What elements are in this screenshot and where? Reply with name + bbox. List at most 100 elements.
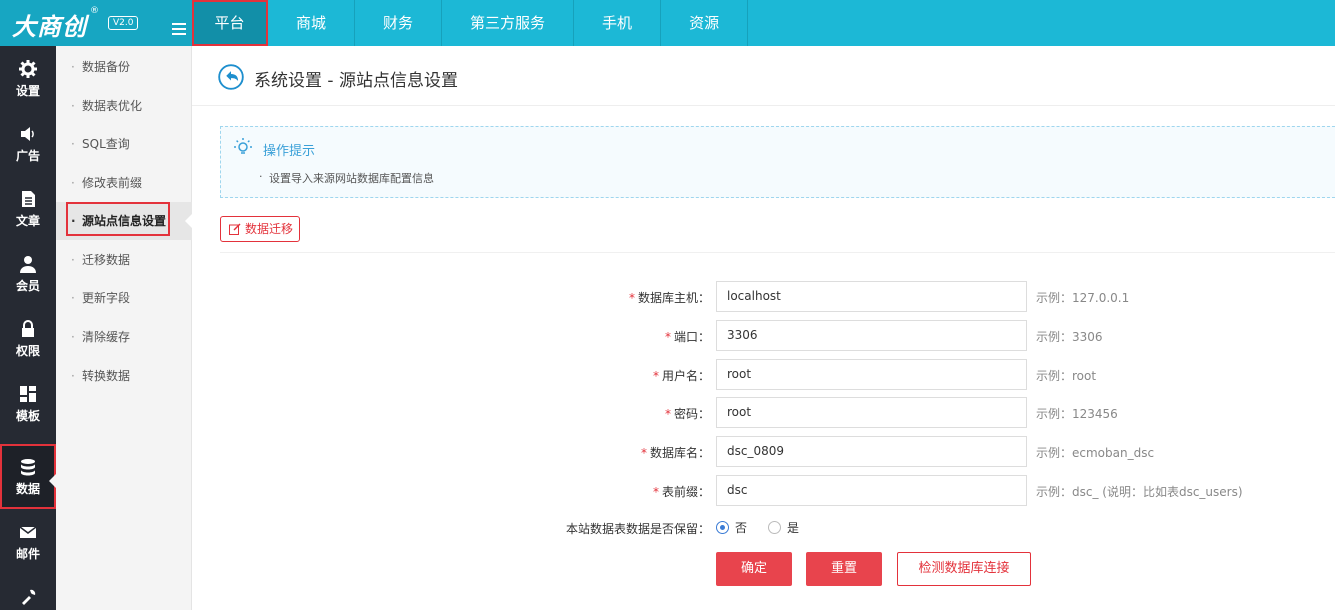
sidebar-item-permissions[interactable]: 权限 — [0, 306, 56, 371]
keep-data-row: 本站数据表数据是否保留： 否 是 — [220, 515, 1335, 539]
sidebar-item-label: 邮件 — [15, 547, 40, 561]
field-label-text: 表前缀： — [661, 485, 710, 499]
field-hint: 示例：3306 — [1036, 330, 1103, 344]
field-hint: 示例：ecmoban_dsc — [1036, 446, 1155, 460]
keep-data-label: 本站数据表数据是否保留： — [565, 522, 710, 536]
nav-item-finance[interactable]: 财务 — [355, 0, 443, 46]
db-settings-form: * 数据库主机： localhost 示例：127.0.0.1 * 端口： 3306… — [220, 252, 1335, 610]
submenu-item-prefix[interactable]: 修改表前缀 — [56, 164, 192, 202]
nav-item-platform[interactable]: 平台 — [192, 0, 268, 46]
submenu-item-clear-cache[interactable]: 清除缓存 — [56, 318, 192, 356]
nav-item-resources[interactable]: 资源 — [661, 0, 749, 46]
menu-collapse-icon[interactable] — [172, 23, 186, 35]
reset-button[interactable]: 重置 — [806, 552, 882, 586]
sidebar-item-templates[interactable]: 模板 — [0, 371, 56, 436]
field-hint: 示例：123456 — [1036, 407, 1118, 421]
icon-sidebar: 设置 广告 文章 会员 权限 模板 数据 邮件 — [0, 46, 56, 610]
field-hint: 示例：127.0.0.1 — [1036, 291, 1130, 305]
submenu-item-convert[interactable]: 转换数据 — [56, 357, 192, 395]
lock-icon — [22, 320, 34, 337]
gear-icon — [19, 60, 37, 78]
field-label: * 数据库名： — [641, 444, 710, 461]
field-label-text: 数据库主机： — [637, 291, 710, 305]
submenu-item-optimize[interactable]: 数据表优化 — [56, 87, 192, 125]
radio-dot — [768, 521, 781, 534]
tips-item: 设置导入来源网站数据库配置信息 — [259, 170, 434, 186]
radio-dot — [716, 521, 729, 534]
submenu-item-backup[interactable]: 数据备份 — [56, 48, 192, 86]
submenu-item-update-fields[interactable]: 更新字段 — [56, 279, 192, 317]
active-highlight — [66, 202, 170, 236]
nav-item-mall[interactable]: 商城 — [268, 0, 356, 46]
nav-item-mobile[interactable]: 手机 — [574, 0, 662, 46]
radio-label: 否 — [735, 521, 748, 535]
db-name-input[interactable]: dsc_0809 — [716, 436, 1027, 467]
password-input[interactable]: root — [716, 397, 1027, 428]
field-label-text: 端口： — [673, 330, 710, 344]
tips-title: 操作提示 — [263, 144, 316, 159]
sidebar-item-settings[interactable]: 设置 — [0, 46, 56, 111]
port-input[interactable]: 3306 — [716, 320, 1027, 351]
submenu-item-migrate[interactable]: 迁移数据 — [56, 241, 192, 279]
field-label-text: 数据库名： — [649, 446, 710, 460]
main-content: 系统设置 - 源站点信息设置 操作提示 设置导入来源网站数据库配置信息 数据迁移… — [192, 46, 1335, 610]
field-label: * 用户名： — [653, 367, 710, 384]
submenu-item-sql[interactable]: SQL查询 — [56, 125, 192, 163]
field-label-text: 用户名： — [661, 369, 710, 383]
back-icon[interactable] — [218, 64, 244, 90]
check-connection-button[interactable]: 检测数据库连接 — [897, 552, 1031, 586]
sidebar-item-label: 设置 — [15, 84, 40, 98]
keep-data-yes-radio[interactable]: 是 — [768, 519, 799, 536]
keep-data-no-radio[interactable]: 否 — [716, 519, 747, 536]
sidebar-item-ads[interactable]: 广告 — [0, 111, 56, 176]
confirm-button[interactable]: 确定 — [716, 552, 792, 586]
field-hint: 示例：root — [1036, 369, 1097, 383]
data-migrate-label: 数据迁移 — [245, 222, 294, 236]
sidebar-item-data[interactable]: 数据 — [0, 444, 56, 509]
sub-menu: 数据备份 数据表优化 SQL查询 修改表前缀 源站点信息设置 迁移数据 更新字段… — [56, 46, 192, 610]
field-label: * 数据库主机： — [629, 289, 710, 306]
sidebar-item-mail[interactable]: 邮件 — [0, 509, 56, 574]
tools-icon — [22, 589, 36, 605]
top-bar: 大商创 ® V2.0 平台 商城 财务 第三方服务 手机 资源 — [0, 0, 1335, 46]
version-badge: V2.0 — [108, 16, 139, 30]
data-migrate-button[interactable]: 数据迁移 — [220, 216, 300, 242]
nav-item-third-party[interactable]: 第三方服务 — [442, 0, 575, 46]
brand-logo[interactable]: 大商创 — [12, 7, 87, 42]
required-mark: * — [664, 330, 671, 344]
sidebar-item-members[interactable]: 会员 — [0, 241, 56, 306]
field-username: * 用户名： root 示例：root — [220, 359, 1335, 391]
required-mark: * — [640, 446, 647, 460]
sidebar-item-label: 文章 — [15, 214, 40, 228]
active-indicator — [49, 474, 56, 488]
field-db-host: * 数据库主机： localhost 示例：127.0.0.1 — [220, 281, 1335, 313]
sidebar-item-tools[interactable] — [0, 574, 56, 610]
sidebar-item-label: 会员 — [15, 279, 40, 293]
edit-icon — [229, 223, 241, 235]
field-db-name: * 数据库名： dsc_0809 示例：ecmoban_dsc — [220, 436, 1335, 468]
sidebar-item-label: 模板 — [15, 409, 40, 423]
sidebar-item-label: 数据 — [15, 482, 40, 496]
active-indicator — [185, 214, 192, 228]
field-label-text: 密码： — [673, 407, 710, 421]
speaker-icon — [21, 127, 34, 141]
username-input[interactable]: root — [716, 359, 1027, 390]
user-icon — [20, 256, 36, 273]
grid-icon — [20, 386, 36, 402]
logo-area: 大商创 ® V2.0 — [0, 0, 192, 46]
field-password: * 密码： root 示例：123456 — [220, 397, 1335, 429]
sidebar-item-articles[interactable]: 文章 — [0, 176, 56, 241]
db-host-input[interactable]: localhost — [716, 281, 1027, 312]
lightbulb-icon — [234, 138, 252, 154]
page-title: 系统设置 - 源站点信息设置 — [254, 71, 458, 91]
radio-label: 是 — [787, 521, 800, 535]
field-table-prefix: * 表前缀： dsc 示例：dsc_ (说明：比如表dsc_users) — [220, 475, 1335, 507]
title-row: 系统设置 - 源站点信息设置 — [192, 46, 1335, 106]
required-mark: * — [628, 291, 635, 305]
tips-panel: 操作提示 设置导入来源网站数据库配置信息 — [220, 126, 1335, 198]
required-mark: * — [652, 485, 659, 499]
table-prefix-input[interactable]: dsc — [716, 475, 1027, 506]
required-mark: * — [652, 369, 659, 383]
registered-mark: ® — [90, 6, 99, 16]
field-port: * 端口： 3306 示例：3306 — [220, 320, 1335, 352]
